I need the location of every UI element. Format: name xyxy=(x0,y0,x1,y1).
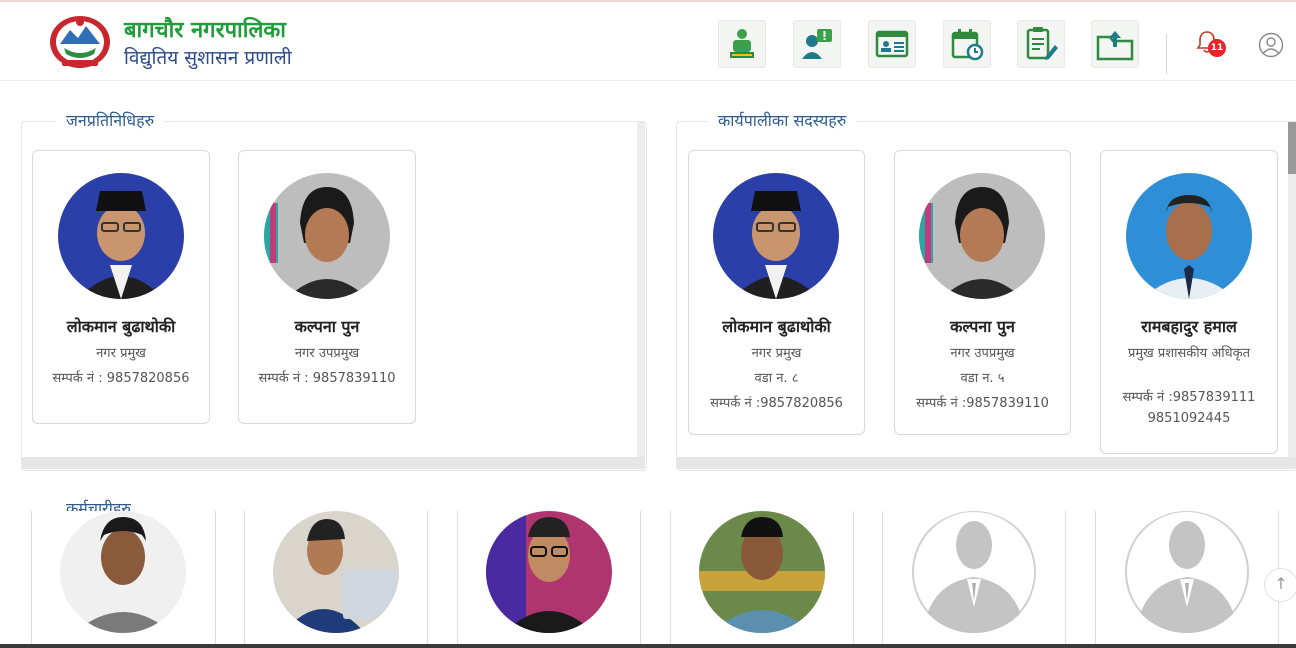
notifications-button[interactable]: 11 xyxy=(1196,30,1226,60)
notepad-edit-button[interactable] xyxy=(1017,20,1065,68)
representative-card[interactable]: कल्पना पुन नगर उपप्रमुख सम्पर्क नं : 985… xyxy=(238,150,416,424)
staff-card[interactable] xyxy=(457,511,641,648)
representative-name: कल्पना पुन xyxy=(294,317,360,336)
executive-photo xyxy=(713,173,839,299)
executive-name: कल्पना पुन xyxy=(950,317,1015,336)
arrow-up-icon: ↑ xyxy=(1274,574,1288,593)
bottom-bar xyxy=(0,644,1296,648)
staff-photo xyxy=(699,511,825,633)
executive-ward: वडा न. ५ xyxy=(960,371,1005,386)
staff-card[interactable] xyxy=(882,511,1066,648)
representatives-legend: जनप्रतिनिधिहरु xyxy=(56,109,165,131)
executives-vscroll-thumb[interactable] xyxy=(1288,122,1296,174)
executive-post: नगर प्रमुख xyxy=(751,346,802,361)
representative-card[interactable]: लोकमान बुढाथोकी नगर प्रमुख सम्पर्क नं : … xyxy=(32,150,210,424)
staff-card[interactable] xyxy=(670,511,854,648)
executive-card[interactable]: कल्पना पुन नगर उपप्रमुख वडा न. ५ सम्पर्क… xyxy=(894,150,1071,435)
id-card-button[interactable] xyxy=(868,20,916,68)
executive-name: लोकमान बुढाथोकी xyxy=(722,317,831,336)
staff-photo xyxy=(486,511,612,633)
executives-hscrollbar[interactable] xyxy=(677,457,1296,469)
user-circle-icon xyxy=(1258,32,1284,58)
nepal-emblem-logo[interactable] xyxy=(48,14,112,70)
staff-card[interactable] xyxy=(1095,511,1279,648)
notification-count-badge: 11 xyxy=(1208,39,1226,57)
feedback-button[interactable] xyxy=(793,20,841,68)
executive-card[interactable]: रामबहादुर हमाल प्रमुख प्रशासकीय अधिकृत स… xyxy=(1100,150,1278,454)
executive-contact-alt: 9851092445 xyxy=(1147,411,1231,426)
staff-photo xyxy=(273,511,399,633)
executive-post: प्रमुख प्रशासकीय अधिकृत xyxy=(1127,346,1251,361)
executive-name: रामबहादुर हमाल xyxy=(1141,317,1237,336)
notepad-edit-icon xyxy=(1026,27,1058,60)
representatives-vscrollbar[interactable] xyxy=(637,122,645,457)
representative-post: नगर प्रमुख xyxy=(96,346,146,361)
representatives-hscrollbar[interactable] xyxy=(22,457,645,469)
municipality-title: बागचौर नगरपालिका xyxy=(124,18,286,43)
executive-card[interactable]: लोकमान बुढाथोकी नगर प्रमुख वडा न. ८ सम्प… xyxy=(688,150,865,435)
executive-contact: सम्पर्क नं :9857839110 xyxy=(916,396,1049,411)
staff-photo xyxy=(60,511,186,633)
executive-contact: सम्पर्क नं :9857839111 xyxy=(1122,390,1256,405)
system-subtitle: विद्युतिय सुशासन प्रणाली xyxy=(124,47,292,69)
executive-contact: सम्पर्क नं :9857820856 xyxy=(710,396,843,411)
executive-post: नगर उपप्रमुख xyxy=(950,346,1015,361)
id-card-icon xyxy=(875,30,909,58)
executives-legend: कार्यपालीका सदस्यहरु xyxy=(708,109,857,131)
user-profile-button[interactable] xyxy=(1258,32,1284,58)
representative-photo xyxy=(58,173,184,299)
feedback-icon xyxy=(802,29,832,59)
staff-card[interactable] xyxy=(31,511,216,648)
staff-photo-placeholder xyxy=(1124,511,1250,633)
executive-photo xyxy=(919,173,1045,299)
header-divider xyxy=(1166,34,1167,74)
calendar-clock-button[interactable] xyxy=(943,20,991,68)
upload-folder-icon xyxy=(1096,31,1134,61)
representative-photo xyxy=(264,173,390,299)
representative-contact: सम्पर्क नं : 9857839110 xyxy=(258,371,396,386)
executive-ward: वडा न. ८ xyxy=(754,371,799,386)
scroll-to-top-button[interactable]: ↑ xyxy=(1264,568,1296,602)
executive-photo xyxy=(1126,173,1252,299)
calendar-clock-icon xyxy=(951,29,984,61)
staff-card[interactable] xyxy=(244,511,428,648)
hello-mayor-icon xyxy=(730,29,754,58)
header: बागचौर नगरपालिका विद्युतिय सुशासन प्रणाल… xyxy=(0,2,1296,81)
hello-mayor-button[interactable] xyxy=(718,20,766,68)
representative-contact: सम्पर्क नं : 9857820856 xyxy=(52,371,190,386)
staff-photo-placeholder xyxy=(911,511,1037,633)
representative-post: नगर उपप्रमुख xyxy=(294,346,360,361)
representative-name: लोकमान बुढाथोकी xyxy=(66,317,176,336)
upload-folder-button[interactable] xyxy=(1091,20,1139,68)
